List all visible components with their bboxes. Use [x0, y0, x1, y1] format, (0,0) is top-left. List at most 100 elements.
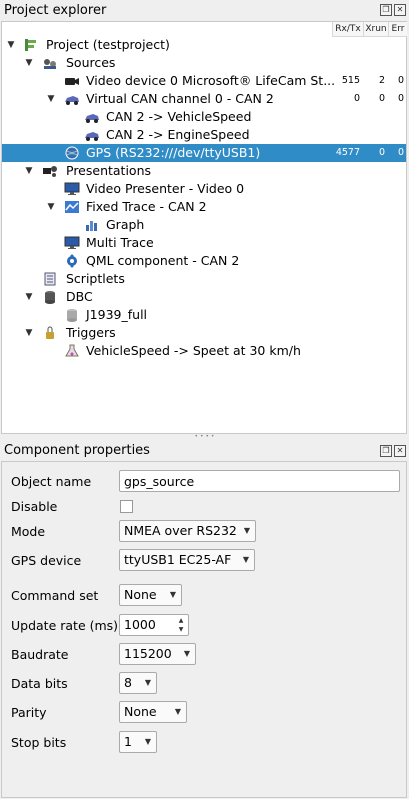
- tree-item-vehicle-speed[interactable]: CAN 2 -> VehicleSpeed: [2, 108, 406, 126]
- tree-item-label: CAN 2 -> EngineSpeed: [106, 127, 250, 142]
- monitor-icon: [64, 236, 80, 249]
- xrun-value: 0: [378, 147, 385, 158]
- tree-item-label: Video Presenter - Video 0: [86, 181, 245, 196]
- gps-device-value: ttyUSB1 EC25-AF: [124, 552, 232, 567]
- data-bits-select[interactable]: 8 ▼: [119, 672, 157, 694]
- err-value: 0: [397, 75, 404, 86]
- tree-item-triggers[interactable]: ▼ Triggers: [2, 324, 406, 342]
- explorer-title-buttons: ❐ ✕: [380, 4, 406, 16]
- close-icon[interactable]: ✕: [394, 445, 406, 457]
- camera-icon: [65, 78, 79, 85]
- baudrate-value: 115200: [124, 646, 172, 661]
- rxtx-value: 515: [341, 75, 360, 86]
- tree-item-trigger-vehicle-speed[interactable]: VehicleSpeed -> Speet at 30 km/h: [2, 342, 406, 360]
- column-header-rxtx[interactable]: Rx/Tx: [332, 22, 363, 37]
- expand-arrow-icon[interactable]: ▼: [6, 36, 16, 54]
- tree-item-label: Project (testproject): [46, 37, 170, 52]
- expand-arrow-icon[interactable]: ▼: [24, 162, 34, 180]
- mode-select[interactable]: NMEA over RS232 ▼: [119, 520, 256, 542]
- component-properties-panel: Object name gps_source Disable Mode NMEA…: [1, 461, 407, 798]
- tree-item-video-presenter[interactable]: Video Presenter - Video 0: [2, 180, 406, 198]
- tree-item-label: Fixed Trace - CAN 2: [86, 199, 207, 214]
- stop-bits-label: Stop bits: [11, 735, 67, 750]
- tree-item-j1939[interactable]: J1939_full: [2, 306, 406, 324]
- tree-item-graph[interactable]: Graph: [2, 216, 406, 234]
- chevron-down-icon: ▼: [243, 526, 250, 535]
- tree-item-engine-speed[interactable]: CAN 2 -> EngineSpeed: [2, 126, 406, 144]
- spin-arrows-icon[interactable]: ▲ ▼: [175, 616, 187, 634]
- monitor-icon: [64, 182, 80, 195]
- xrun-value: 0: [378, 93, 385, 104]
- tree-item-sources[interactable]: ▼ Sources: [2, 54, 406, 72]
- tree-item-dbc[interactable]: ▼ DBC: [2, 288, 406, 306]
- mode-label: Mode: [11, 524, 46, 539]
- update-rate-label: Update rate (ms): [11, 618, 119, 633]
- tree-item-label: Triggers: [66, 325, 116, 340]
- disable-checkbox[interactable]: [120, 500, 133, 513]
- trace-icon: [65, 201, 79, 213]
- float-icon[interactable]: ❐: [380, 4, 392, 16]
- tree-item-label: Virtual CAN channel 0 - CAN 2: [86, 91, 274, 106]
- rxtx-value: 0: [353, 93, 360, 104]
- data-bits-label: Data bits: [11, 676, 68, 691]
- expand-arrow-icon[interactable]: ▼: [24, 54, 34, 72]
- chevron-down-icon: ▼: [169, 590, 176, 599]
- expand-arrow-icon[interactable]: ▼: [24, 288, 34, 306]
- globe-icon: [65, 146, 79, 160]
- tree-item-gps[interactable]: GPS (RS232:///dev/ttyUSB1) 4577 0 0: [2, 144, 406, 162]
- gps-device-select[interactable]: ttyUSB1 EC25-AF ▼: [119, 549, 255, 571]
- update-rate-spinbox[interactable]: 1000 ▲ ▼: [119, 614, 189, 636]
- props-title: Component properties: [4, 443, 150, 458]
- graph-icon: [86, 221, 97, 231]
- project-icon: [25, 39, 36, 51]
- tree-item-multi-trace[interactable]: Multi Trace: [2, 234, 406, 252]
- tree-item-project[interactable]: ▼ Project (testproject): [2, 36, 406, 54]
- err-value: 0: [397, 147, 404, 158]
- chevron-down-icon: ▼: [183, 649, 190, 658]
- expand-arrow-icon[interactable]: ▼: [46, 90, 56, 108]
- column-header-xrun[interactable]: Xrun: [363, 22, 388, 37]
- tree-item-label: GPS (RS232:///dev/ttyUSB1): [86, 145, 261, 160]
- chevron-down-icon: ▼: [144, 737, 151, 746]
- baudrate-label: Baudrate: [11, 647, 69, 662]
- column-header-err[interactable]: Err: [388, 22, 407, 37]
- expand-arrow-icon[interactable]: ▼: [46, 198, 56, 216]
- scroll-icon: [44, 272, 56, 286]
- command-set-select[interactable]: None ▼: [119, 584, 182, 606]
- expand-arrow-icon[interactable]: ▼: [24, 324, 34, 342]
- tree-item-label: VehicleSpeed -> Speet at 30 km/h: [86, 343, 301, 358]
- baudrate-select[interactable]: 115200 ▼: [119, 643, 196, 665]
- tree-item-label: DBC: [66, 289, 93, 304]
- splitter-handle[interactable]: • • • •: [0, 434, 409, 440]
- tree-item-video-device[interactable]: Video device 0 Microsoft® LifeCam St... …: [2, 72, 406, 90]
- tree-item-label: Graph: [106, 217, 145, 232]
- can-car-icon: [85, 114, 99, 123]
- mode-value: NMEA over RS232: [124, 523, 237, 538]
- presentations-icon: [43, 166, 57, 177]
- tree-item-label: Presentations: [66, 163, 152, 178]
- float-icon[interactable]: ❐: [380, 445, 392, 457]
- trigger-icon: [46, 326, 54, 339]
- xrun-value: 2: [378, 75, 385, 86]
- tree-item-label: J1939_full: [86, 307, 148, 322]
- tree-item-label: QML component - CAN 2: [86, 253, 240, 268]
- tree-item-scriptlets[interactable]: Scriptlets: [2, 270, 406, 288]
- command-set-label: Command set: [11, 588, 99, 603]
- object-name-input[interactable]: gps_source: [119, 470, 400, 492]
- close-icon[interactable]: ✕: [394, 4, 406, 16]
- tree-item-presentations[interactable]: ▼ Presentations: [2, 162, 406, 180]
- tree-item-qml[interactable]: QML component - CAN 2: [2, 252, 406, 270]
- parity-label: Parity: [11, 705, 47, 720]
- tree-item-fixed-trace[interactable]: ▼ Fixed Trace - CAN 2: [2, 198, 406, 216]
- project-tree[interactable]: Rx/Tx Xrun Err ▼ Project (testproject) ▼…: [1, 21, 407, 434]
- flask-icon: [65, 344, 79, 357]
- tree-item-label: Video device 0 Microsoft® LifeCam St...: [86, 73, 336, 88]
- parity-select[interactable]: None ▼: [119, 701, 187, 723]
- qml-icon: [67, 254, 77, 268]
- chevron-down-icon: ▼: [144, 678, 151, 687]
- tree-item-virtual-can[interactable]: ▼ Virtual CAN channel 0 - CAN 2 0 0 0: [2, 90, 406, 108]
- rxtx-value: 4577: [335, 147, 360, 158]
- chevron-down-icon: ▼: [174, 707, 181, 716]
- stop-bits-select[interactable]: 1 ▼: [119, 731, 157, 753]
- object-name-label: Object name: [11, 474, 92, 489]
